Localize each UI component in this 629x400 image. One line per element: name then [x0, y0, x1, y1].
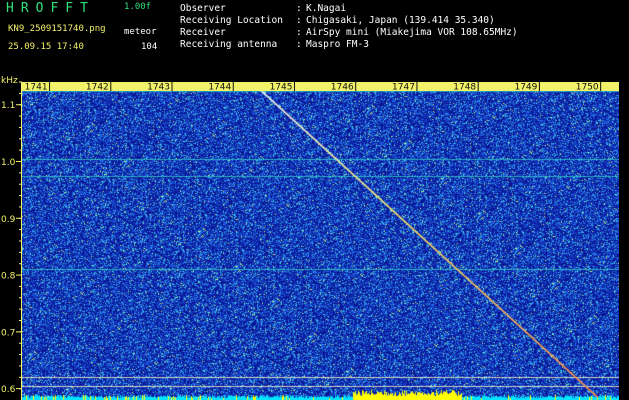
- x-tick-label: 1747: [392, 83, 415, 93]
- x-tick-label: 1744: [208, 83, 231, 93]
- y-tick-label: 1.1: [1, 101, 15, 111]
- x-tick-label: 1745: [270, 83, 293, 93]
- y-axis-unit: kHz: [1, 76, 18, 86]
- y-tick-label: 1.0: [1, 158, 16, 168]
- y-tick-label: 0.9: [1, 215, 16, 225]
- x-tick-label: 1741: [25, 83, 48, 93]
- spectrogram-axes: 1741 1742 1743 1744 1745 1746 1747 1748 1749 1750…: [1, 76, 619, 400]
- x-tick-label: 1743: [147, 83, 170, 93]
- y-tick-label: 0.7: [1, 328, 15, 338]
- x-tick-label: 1748: [453, 83, 476, 93]
- y-tick-label: 0.6: [1, 385, 16, 395]
- x-tick-label: 1746: [331, 83, 354, 93]
- x-tick-label: 1749: [514, 83, 537, 93]
- y-tick-label: 0.8: [1, 272, 16, 282]
- x-tick-label: 1742: [86, 83, 109, 93]
- x-tick-label: 1750: [576, 83, 599, 93]
